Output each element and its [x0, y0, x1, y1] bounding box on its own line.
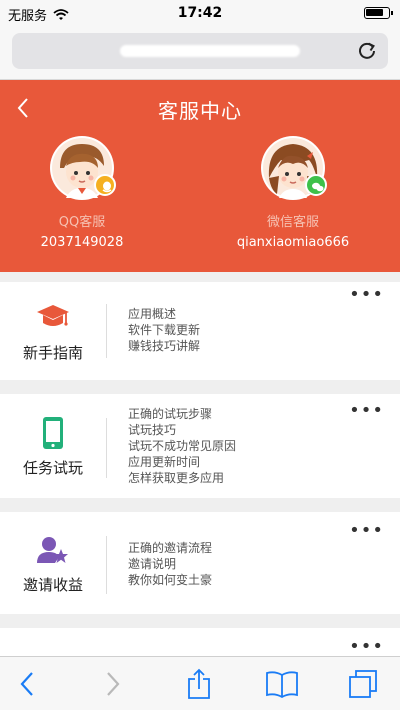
- link-item[interactable]: 应用概述: [128, 306, 200, 322]
- share-icon: [188, 668, 210, 699]
- qq-badge-icon: [94, 174, 116, 196]
- divider: [106, 418, 107, 478]
- address-bar[interactable]: [12, 33, 388, 69]
- user-star-icon: [35, 532, 71, 568]
- more-icon[interactable]: •••: [349, 286, 384, 304]
- status-bar: 无服务 17:42: [0, 0, 400, 26]
- service-center-header: 客服中心 QQ客服 2037149028 微信客服 qianxiaomiao66…: [0, 80, 400, 272]
- divider: [106, 536, 107, 594]
- card-beginner-guide[interactable]: ••• 新手指南 应用概述 软件下载更新 赚钱技巧讲解: [0, 282, 400, 380]
- link-item[interactable]: 怎样获取更多应用: [128, 470, 236, 486]
- wechat-service[interactable]: 微信客服 qianxiaomiao666: [203, 136, 383, 250]
- qq-avatar: [50, 136, 116, 200]
- card-title: 邀请收益: [22, 575, 83, 594]
- qq-number: 2037149028: [40, 235, 124, 250]
- battery-icon: [364, 7, 393, 19]
- status-time: 17:42: [177, 5, 223, 21]
- link-list: 应用概述 软件下载更新 赚钱技巧讲解: [128, 306, 200, 354]
- reload-icon[interactable]: [356, 40, 378, 62]
- link-item[interactable]: 试玩技巧: [128, 422, 236, 438]
- link-item[interactable]: 正确的邀请流程: [128, 540, 212, 556]
- browser-address-area: [0, 26, 400, 80]
- card-header: 任务试玩: [0, 394, 106, 498]
- qq-service-name: QQ客服: [58, 215, 106, 230]
- more-icon[interactable]: •••: [349, 638, 384, 656]
- link-item[interactable]: 软件下载更新: [128, 322, 200, 338]
- divider: [106, 304, 107, 358]
- back-arrow-icon: [20, 672, 33, 696]
- address-text-redacted: [120, 45, 300, 57]
- forward-arrow-icon: [107, 672, 120, 696]
- link-item[interactable]: 正确的试玩步骤: [128, 406, 236, 422]
- link-item[interactable]: 邀请说明: [128, 556, 212, 572]
- link-item[interactable]: 教你如何变土豪: [128, 572, 212, 588]
- graduation-cap-icon: [35, 300, 71, 336]
- page-title: 客服中心: [158, 99, 242, 123]
- link-item[interactable]: 试玩不成功常见原因: [128, 438, 236, 454]
- card-header: 新手指南: [0, 282, 106, 380]
- link-list: 正确的试玩步骤 试玩技巧 试玩不成功常见原因 应用更新时间 怎样获取更多应用: [128, 406, 236, 486]
- browser-toolbar: [0, 656, 400, 710]
- link-list: 正确的邀请流程 邀请说明 教你如何变土豪: [128, 540, 212, 588]
- qq-service[interactable]: QQ客服 2037149028: [0, 136, 172, 250]
- card-title: 任务试玩: [22, 458, 83, 477]
- bookmarks-button[interactable]: [265, 669, 299, 699]
- back-button[interactable]: [12, 669, 42, 699]
- wechat-badge-icon: [305, 174, 327, 196]
- phone-icon: [35, 415, 71, 451]
- book-icon: [266, 671, 298, 698]
- link-item[interactable]: 应用更新时间: [128, 454, 236, 470]
- card-invite-earnings[interactable]: ••• 邀请收益 正确的邀请流程 邀请说明 教你如何变土豪: [0, 512, 400, 614]
- link-item[interactable]: 赚钱技巧讲解: [128, 338, 200, 354]
- wechat-service-name: 微信客服: [266, 215, 319, 230]
- more-icon[interactable]: •••: [349, 522, 384, 540]
- tabs-icon: [349, 670, 377, 698]
- share-button[interactable]: [184, 668, 214, 699]
- wechat-avatar: [261, 136, 327, 200]
- forward-button[interactable]: [98, 669, 128, 699]
- card-title: 新手指南: [22, 343, 83, 362]
- tabs-button[interactable]: [348, 669, 378, 699]
- card-header: 邀请收益: [0, 512, 106, 614]
- card-task-trial[interactable]: ••• 任务试玩 正确的试玩步骤 试玩技巧 试玩不成功常见原因 应用更新时间 怎…: [0, 394, 400, 498]
- more-icon[interactable]: •••: [349, 402, 384, 420]
- wechat-id: qianxiaomiao666: [236, 235, 350, 250]
